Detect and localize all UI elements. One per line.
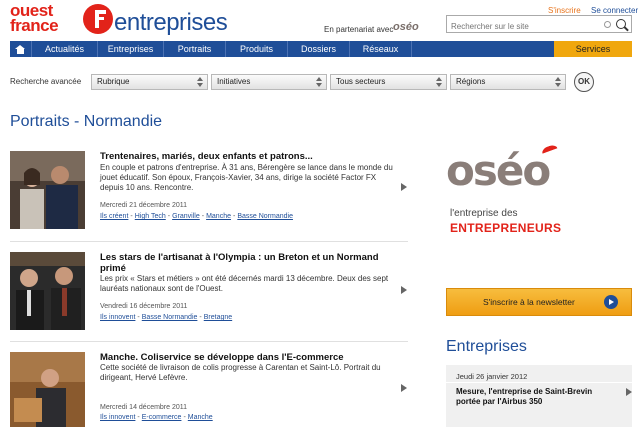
search-icon[interactable] bbox=[616, 19, 626, 29]
article-date: Vendredi 16 décembre 2011 bbox=[100, 303, 188, 310]
nav-home[interactable] bbox=[10, 41, 32, 57]
tag-link[interactable]: Ils innovent bbox=[100, 314, 135, 321]
select-arrows-icon bbox=[316, 77, 322, 87]
article-date: Mercredi 21 décembre 2011 bbox=[100, 202, 188, 209]
arrow-circle-icon bbox=[604, 295, 618, 309]
oseo-tagline: l'entreprise des bbox=[450, 208, 518, 219]
select-arrows-icon bbox=[197, 77, 203, 87]
entreprises-news-item[interactable]: Jeudi 26 janvier 2012 Mesure, l'entrepri… bbox=[446, 365, 632, 427]
tag-link[interactable]: Ils créent bbox=[100, 213, 128, 220]
article-title[interactable]: Manche. Coliservice se développe dans l'… bbox=[100, 352, 400, 363]
news-headline[interactable]: Mesure, l'entreprise de Saint-Brevin por… bbox=[456, 387, 616, 407]
select-secteurs-value: Tous secteurs bbox=[336, 77, 386, 86]
select-arrows-icon bbox=[436, 77, 442, 87]
article-photo[interactable] bbox=[10, 252, 85, 330]
chevron-right-icon[interactable] bbox=[401, 183, 407, 191]
article-title[interactable]: Trentenaires, mariés, deux enfants et pa… bbox=[100, 151, 400, 162]
nav-produits[interactable]: Produits bbox=[226, 41, 288, 57]
article-tags: Ils créent - High Tech - Granville - Manche - Ba… bbox=[100, 213, 293, 220]
select-arrows-icon bbox=[555, 77, 561, 87]
select-secteurs[interactable]: Tous secteurs bbox=[330, 74, 447, 90]
oseo-ad-banner[interactable]: oséo l'entreprise des ENTREPRENEURS bbox=[446, 143, 632, 236]
tag-link[interactable]: Bretagne bbox=[204, 314, 232, 321]
news-date: Jeudi 26 janvier 2012 bbox=[456, 372, 528, 381]
register-link[interactable]: S'inscrire bbox=[548, 6, 581, 15]
entreprises-section-title: Entreprises bbox=[446, 338, 527, 355]
article-description: Cette société de livraison de colis prog… bbox=[100, 363, 381, 382]
tag-link[interactable]: Manche bbox=[206, 213, 231, 220]
oseo-logo: oséo bbox=[446, 146, 551, 195]
ouest-france-f-icon bbox=[83, 4, 113, 34]
brand-title[interactable]: entreprises bbox=[114, 9, 228, 37]
tag-link[interactable]: High Tech bbox=[135, 213, 166, 220]
select-rubrique[interactable]: Rubrique bbox=[91, 74, 208, 90]
tag-link[interactable]: Ils innovent bbox=[100, 414, 135, 421]
select-regions-value: Régions bbox=[456, 77, 486, 86]
newsletter-label: S'inscrire à la newsletter bbox=[483, 297, 575, 307]
select-initiatives[interactable]: Initiatives bbox=[211, 74, 327, 90]
main-nav: Actualités Entreprises Portraits Produit… bbox=[10, 41, 632, 57]
oseo-partner-logo[interactable]: oséo bbox=[393, 21, 419, 33]
nav-services[interactable]: Services bbox=[554, 41, 632, 57]
article-item: Manche. Coliservice se développe dans l'… bbox=[10, 352, 408, 427]
article-item: Les stars de l'artisanat à l'Olympia : u… bbox=[10, 252, 408, 332]
article-item: Trentenaires, mariés, deux enfants et pa… bbox=[10, 151, 408, 231]
logo-wordmark: ouest france bbox=[10, 1, 59, 35]
article-photo[interactable] bbox=[10, 151, 85, 229]
select-regions[interactable]: Régions bbox=[450, 74, 566, 90]
search-box bbox=[446, 15, 632, 35]
article-tags: Ils innovent - E-commerce - Manche bbox=[100, 414, 213, 421]
nav-entreprises[interactable]: Entreprises bbox=[98, 41, 164, 57]
advanced-search-label: Recherche avancée bbox=[10, 77, 82, 86]
select-initiatives-value: Initiatives bbox=[217, 77, 251, 86]
home-icon bbox=[15, 44, 26, 54]
tag-link[interactable]: Manche bbox=[188, 414, 213, 421]
oseo-tagline-strong: ENTREPRENEURS bbox=[450, 221, 562, 235]
divider bbox=[446, 382, 632, 383]
page-title: Portraits - Normandie bbox=[10, 113, 163, 130]
nav-dossiers[interactable]: Dossiers bbox=[288, 41, 350, 57]
article-date: Mercredi 14 décembre 2011 bbox=[100, 404, 188, 411]
chevron-right-icon[interactable] bbox=[401, 384, 407, 392]
search-input[interactable] bbox=[447, 18, 597, 35]
radio-circle-icon bbox=[604, 21, 611, 28]
tag-link[interactable]: E-commerce bbox=[142, 414, 182, 421]
chevron-right-icon[interactable] bbox=[626, 388, 632, 396]
ok-button[interactable]: OK bbox=[574, 72, 594, 92]
newsletter-signup-button[interactable]: S'inscrire à la newsletter bbox=[446, 288, 632, 316]
divider bbox=[10, 341, 408, 342]
article-description: En couple et patrons d'entreprise. À 31 … bbox=[100, 163, 393, 192]
nav-portraits[interactable]: Portraits bbox=[164, 41, 226, 57]
login-link[interactable]: Se connecter bbox=[591, 6, 638, 15]
tag-link[interactable]: Basse Normandie bbox=[237, 213, 293, 220]
nav-reseaux[interactable]: Réseaux bbox=[350, 41, 412, 57]
chevron-right-icon[interactable] bbox=[401, 286, 407, 294]
article-description: Les prix « Stars et métiers » ont été dé… bbox=[100, 274, 389, 293]
advanced-search-bar: Recherche avancée Rubrique Initiatives T… bbox=[10, 72, 632, 92]
partner-label: En partenariat avec bbox=[324, 25, 394, 34]
tag-link[interactable]: Granville bbox=[172, 213, 200, 220]
nav-actualites[interactable]: Actualités bbox=[32, 41, 98, 57]
divider bbox=[10, 241, 408, 242]
article-photo[interactable] bbox=[10, 352, 85, 427]
article-tags: Ils innovent - Basse Normandie - Bretagne bbox=[100, 314, 233, 321]
site-header: ouest france entreprises En partenariat … bbox=[0, 0, 640, 40]
article-title[interactable]: Les stars de l'artisanat à l'Olympia : u… bbox=[100, 252, 400, 274]
tag-link[interactable]: Basse Normandie bbox=[142, 314, 198, 321]
ouest-france-logo[interactable]: ouest france bbox=[10, 1, 113, 37]
select-rubrique-value: Rubrique bbox=[97, 77, 130, 86]
